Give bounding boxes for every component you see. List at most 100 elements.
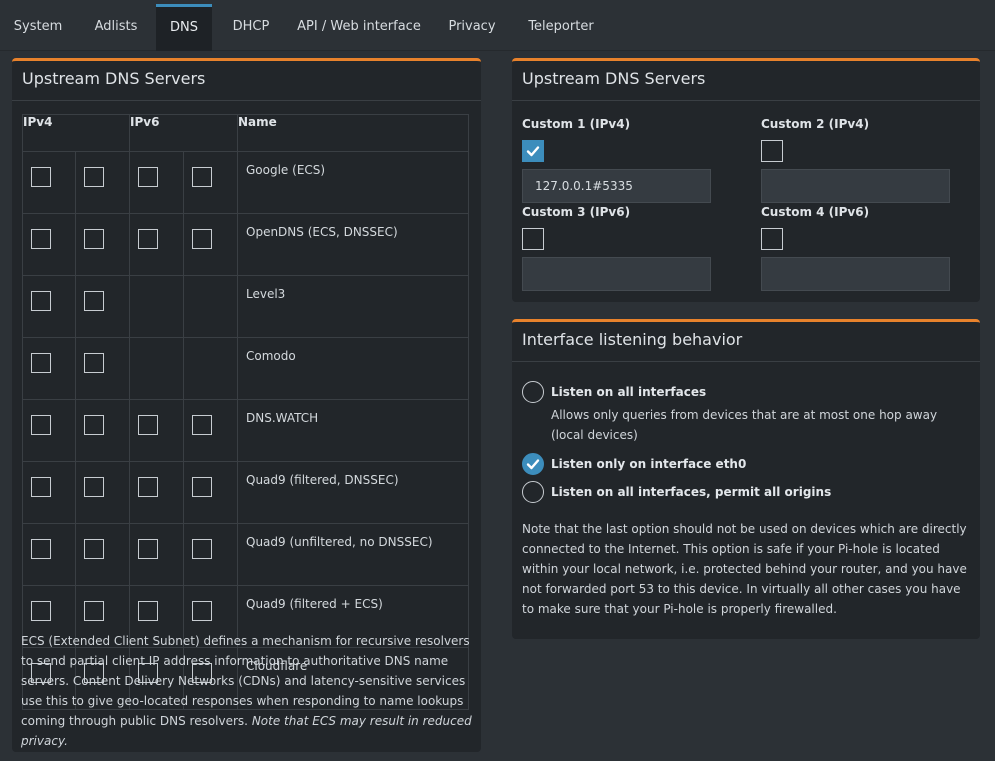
listen-all-label[interactable]: Listen on all interfaces bbox=[551, 385, 706, 399]
ipv4-secondary-checkbox[interactable] bbox=[84, 601, 104, 621]
table-cell bbox=[75, 523, 130, 586]
custom4-label: Custom 4 (IPv6) bbox=[761, 205, 870, 219]
table-cell bbox=[22, 151, 76, 214]
table-cell bbox=[129, 213, 184, 276]
table-cell bbox=[129, 399, 184, 462]
ipv6-primary-checkbox[interactable] bbox=[138, 539, 158, 559]
ipv4-header: IPv4 bbox=[22, 114, 130, 152]
tab-teleporter[interactable]: Teleporter bbox=[516, 5, 606, 49]
ipv4-primary-checkbox[interactable] bbox=[31, 415, 51, 435]
custom1-label: Custom 1 (IPv4) bbox=[522, 117, 631, 131]
ipv4-secondary-checkbox[interactable] bbox=[84, 291, 104, 311]
ipv6-primary-checkbox[interactable] bbox=[138, 601, 158, 621]
ipv4-primary-checkbox[interactable] bbox=[31, 353, 51, 373]
tab-dns[interactable]: DNS bbox=[156, 4, 212, 51]
table-row: Quad9 (filtered, DNSSEC) bbox=[22, 461, 469, 524]
ipv4-primary-checkbox[interactable] bbox=[31, 601, 51, 621]
settings-tabs: System Adlists DNS DHCP API / Web interf… bbox=[0, 0, 995, 51]
table-cell bbox=[129, 337, 184, 400]
ipv6-secondary-checkbox[interactable] bbox=[192, 229, 212, 249]
ipv4-primary-checkbox[interactable] bbox=[31, 539, 51, 559]
custom1-input[interactable]: 127.0.0.1#5335 bbox=[522, 169, 711, 203]
table-cell bbox=[22, 399, 76, 462]
upstream-dns-table: IPv4 IPv6 Name Google (ECS) OpenDNS (ECS,… bbox=[22, 114, 469, 710]
listen-all-description: Allows only queries from devices that ar… bbox=[551, 408, 938, 442]
tab-privacy[interactable]: Privacy bbox=[436, 5, 508, 49]
listen-all-radio[interactable] bbox=[522, 381, 544, 403]
ipv6-header: IPv6 bbox=[129, 114, 238, 152]
custom2-checkbox[interactable] bbox=[761, 140, 783, 162]
name-header: Name bbox=[237, 114, 469, 152]
box-header: Upstream DNS Servers bbox=[12, 61, 481, 101]
checkmark-icon bbox=[526, 146, 540, 157]
custom4-checkbox[interactable] bbox=[761, 228, 783, 250]
table-cell bbox=[183, 337, 238, 400]
ipv4-secondary-checkbox[interactable] bbox=[84, 167, 104, 187]
ipv6-primary-checkbox[interactable] bbox=[138, 477, 158, 497]
table-cell bbox=[183, 213, 238, 276]
tab-dhcp[interactable]: DHCP bbox=[214, 5, 288, 49]
table-row: DNS.WATCH bbox=[22, 399, 469, 462]
table-row: Google (ECS) bbox=[22, 151, 469, 214]
box-title: Interface listening behavior bbox=[522, 330, 743, 349]
table-cell bbox=[75, 151, 130, 214]
box-header: Upstream DNS Servers bbox=[512, 61, 980, 101]
ipv6-primary-checkbox[interactable] bbox=[138, 415, 158, 435]
custom1-checkbox[interactable] bbox=[522, 140, 544, 162]
table-row: Comodo bbox=[22, 337, 469, 400]
ipv6-secondary-checkbox[interactable] bbox=[192, 539, 212, 559]
ipv6-secondary-checkbox[interactable] bbox=[192, 167, 212, 187]
listen-eth0-label[interactable]: Listen only on interface eth0 bbox=[551, 457, 746, 471]
ipv4-secondary-checkbox[interactable] bbox=[84, 477, 104, 497]
table-cell bbox=[183, 151, 238, 214]
box-title: Upstream DNS Servers bbox=[22, 69, 206, 88]
table-cell bbox=[22, 275, 76, 338]
ipv6-secondary-checkbox[interactable] bbox=[192, 415, 212, 435]
ipv6-secondary-checkbox[interactable] bbox=[192, 477, 212, 497]
table-cell bbox=[22, 213, 76, 276]
ipv6-secondary-checkbox[interactable] bbox=[192, 601, 212, 621]
custom3-label: Custom 3 (IPv6) bbox=[522, 205, 631, 219]
ipv4-secondary-checkbox[interactable] bbox=[84, 229, 104, 249]
ecs-note: ECS (Extended Client Subnet) defines a m… bbox=[21, 631, 473, 751]
upstream-dns-servers-box: Upstream DNS Servers IPv4 IPv6 Name Goog… bbox=[12, 58, 481, 752]
tab-system[interactable]: System bbox=[0, 5, 76, 49]
table-cell bbox=[129, 151, 184, 214]
ipv4-secondary-checkbox[interactable] bbox=[84, 539, 104, 559]
server-name: Google (ECS) bbox=[237, 151, 469, 214]
ipv4-primary-checkbox[interactable] bbox=[31, 229, 51, 249]
tab-api-web-interface[interactable]: API / Web interface bbox=[290, 5, 428, 49]
ipv4-primary-checkbox[interactable] bbox=[31, 291, 51, 311]
server-name: Quad9 (filtered, DNSSEC) bbox=[237, 461, 469, 524]
interface-listening-box: Interface listening behavior Listen on a… bbox=[512, 319, 980, 639]
custom3-checkbox[interactable] bbox=[522, 228, 544, 250]
table-cell bbox=[75, 461, 130, 524]
table-cell bbox=[129, 275, 184, 338]
server-name: Quad9 (unfiltered, no DNSSEC) bbox=[237, 523, 469, 586]
custom4-input[interactable] bbox=[761, 257, 950, 291]
server-name: Comodo bbox=[237, 337, 469, 400]
table-row: OpenDNS (ECS, DNSSEC) bbox=[22, 213, 469, 276]
checkmark-icon bbox=[526, 459, 540, 470]
ipv4-secondary-checkbox[interactable] bbox=[84, 353, 104, 373]
table-cell bbox=[75, 275, 130, 338]
custom2-input[interactable] bbox=[761, 169, 950, 203]
table-cell bbox=[129, 523, 184, 586]
listen-all-permit-label[interactable]: Listen on all interfaces, permit all ori… bbox=[551, 485, 831, 499]
tab-adlists[interactable]: Adlists bbox=[78, 5, 154, 49]
box-header: Interface listening behavior bbox=[512, 322, 980, 362]
table-cell bbox=[75, 213, 130, 276]
custom-dns-box: Upstream DNS Servers Custom 1 (IPv4) 127… bbox=[512, 58, 980, 302]
table-cell bbox=[75, 337, 130, 400]
ipv6-primary-checkbox[interactable] bbox=[138, 167, 158, 187]
ipv4-secondary-checkbox[interactable] bbox=[84, 415, 104, 435]
custom3-input[interactable] bbox=[522, 257, 711, 291]
listen-eth0-radio[interactable] bbox=[522, 453, 544, 475]
ipv4-primary-checkbox[interactable] bbox=[31, 167, 51, 187]
listen-all-permit-radio[interactable] bbox=[522, 481, 544, 503]
table-cell bbox=[129, 461, 184, 524]
table-cell bbox=[183, 461, 238, 524]
custom2-label: Custom 2 (IPv4) bbox=[761, 117, 870, 131]
ipv4-primary-checkbox[interactable] bbox=[31, 477, 51, 497]
ipv6-primary-checkbox[interactable] bbox=[138, 229, 158, 249]
